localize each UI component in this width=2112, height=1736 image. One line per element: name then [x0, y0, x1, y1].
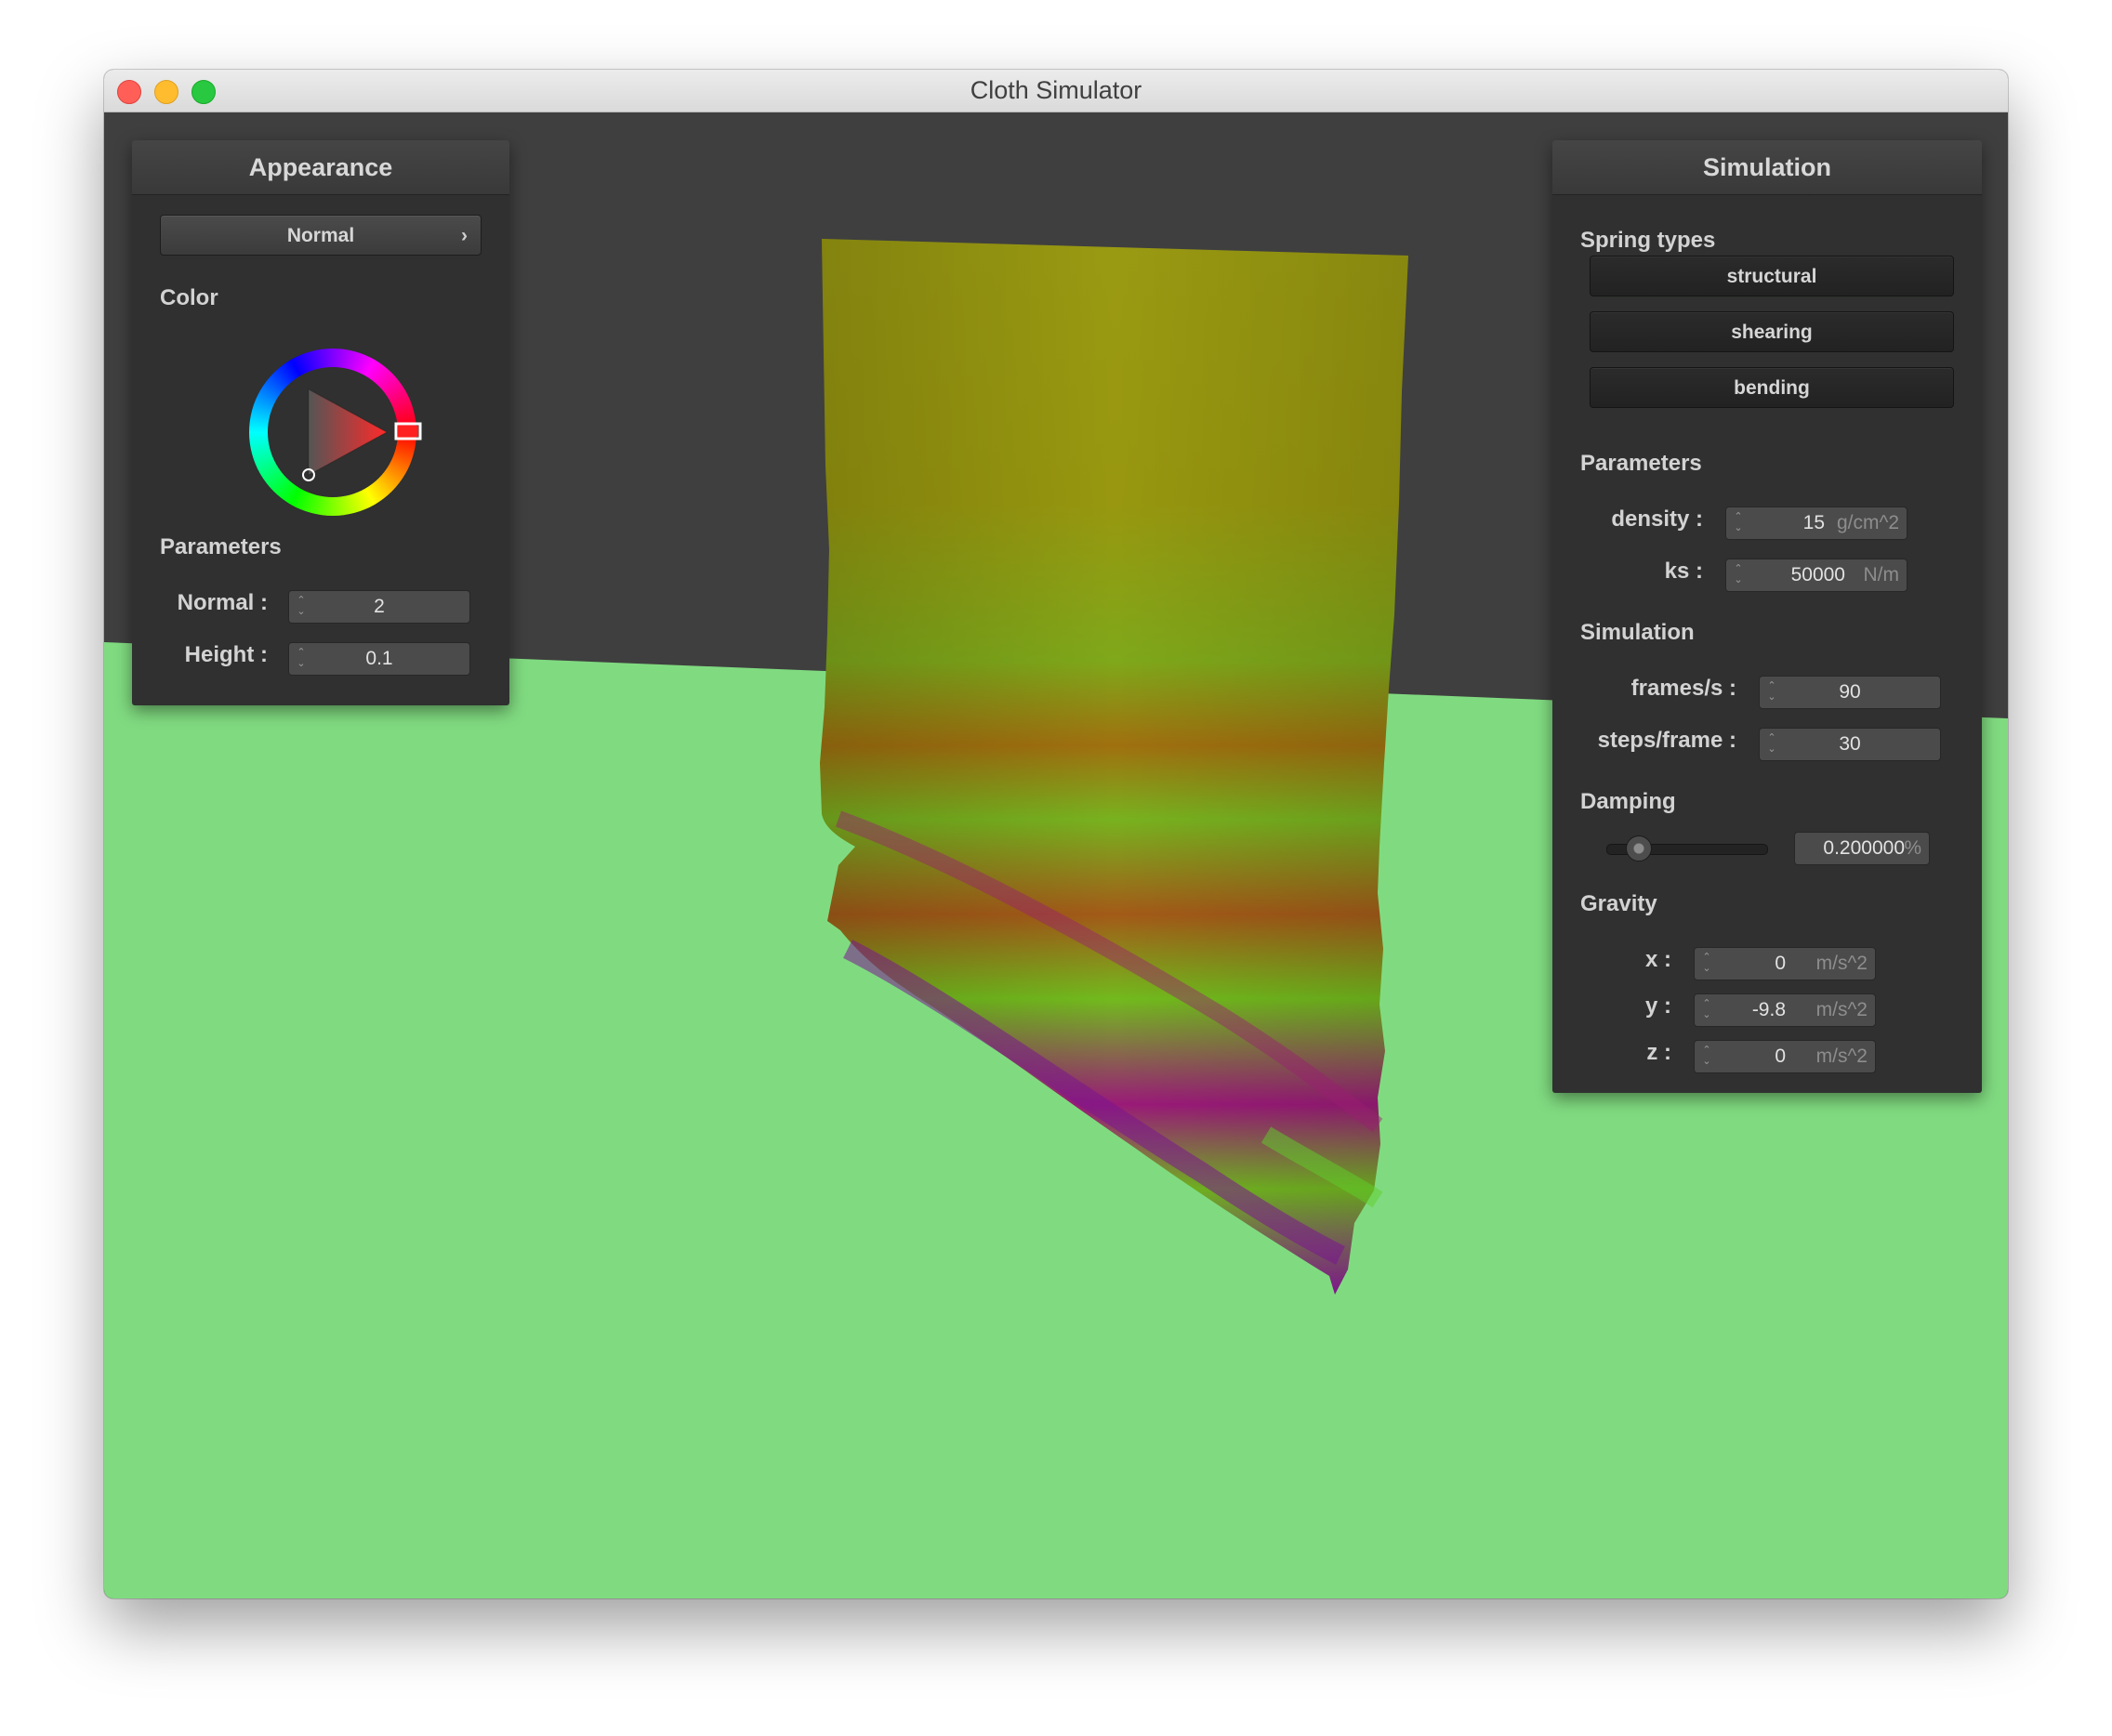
ks-input[interactable]: ⌃ ⌄ 50000 N/m — [1725, 559, 1907, 592]
simulation-parameters-label: Parameters — [1580, 451, 1702, 476]
bending-spring-button[interactable]: bending — [1590, 367, 1954, 408]
color-triangle[interactable] — [309, 389, 387, 475]
structural-spring-button[interactable]: structural — [1590, 256, 1954, 296]
gravity-y-label: y : — [1644, 993, 1671, 1019]
density-input[interactable]: ⌃ ⌄ 15 g/cm^2 — [1725, 506, 1907, 540]
stepper-arrows-icon[interactable]: ⌃ ⌄ — [1700, 998, 1713, 1022]
frames-per-second-input[interactable]: ⌃ ⌄ 90 — [1759, 676, 1941, 709]
simulation-panel: Simulation Spring types structural shear… — [1552, 140, 1982, 1093]
simulation-rate-label: Simulation — [1580, 620, 1695, 645]
damping-slider-handle[interactable] — [1626, 835, 1653, 861]
simulation-panel-header: Simulation — [1552, 140, 1982, 195]
gravity-x-input[interactable]: ⌃ ⌄ 0 m/s^2 — [1694, 947, 1876, 980]
chevron-right-icon: › — [461, 225, 468, 246]
frames-per-second-label: frames/s : — [1630, 676, 1736, 701]
damping-label: Damping — [1580, 789, 1676, 814]
spring-types-label: Spring types — [1580, 228, 1716, 253]
height-input[interactable]: ⌃ ⌄ 0.1 — [288, 642, 470, 676]
app-window: Cloth Simulator Appearance Normal › Colo… — [104, 70, 2008, 1598]
height-label: Height : — [184, 642, 268, 667]
gravity-y-input[interactable]: ⌃ ⌄ -9.8 m/s^2 — [1694, 993, 1876, 1027]
color-wheel[interactable] — [240, 339, 426, 525]
gravity-label: Gravity — [1580, 891, 1657, 916]
density-label: density : — [1611, 506, 1703, 532]
shader-select-label: Normal — [286, 225, 355, 246]
damping-input[interactable]: 0.200000 % — [1794, 832, 1930, 865]
gravity-z-input[interactable]: ⌃ ⌄ 0 m/s^2 — [1694, 1040, 1876, 1073]
gravity-x-label: x : — [1644, 947, 1671, 972]
window-title: Cloth Simulator — [970, 76, 1142, 104]
shearing-spring-button[interactable]: shearing — [1590, 311, 1954, 352]
appearance-panel-header: Appearance — [132, 140, 509, 195]
appearance-panel: Appearance Normal › Color Parameters Nor… — [132, 140, 509, 705]
stepper-arrows-icon[interactable]: ⌃ ⌄ — [1732, 511, 1745, 535]
gravity-z-label: z : — [1646, 1040, 1671, 1065]
render-viewport[interactable]: Appearance Normal › Color Parameters Nor… — [104, 112, 2008, 1598]
stepper-arrows-icon[interactable]: ⌃ ⌄ — [1700, 1045, 1713, 1069]
stepper-arrows-icon[interactable]: ⌃ ⌄ — [1700, 952, 1713, 976]
ks-label: ks : — [1664, 559, 1703, 584]
title-bar[interactable]: Cloth Simulator — [104, 70, 2008, 112]
appearance-parameters-label: Parameters — [160, 534, 282, 559]
steps-per-frame-label: steps/frame : — [1597, 728, 1736, 753]
shader-select-button[interactable]: Normal › — [160, 215, 482, 256]
normal-input[interactable]: ⌃ ⌄ 2 — [288, 590, 470, 624]
normal-label: Normal : — [177, 590, 268, 615]
stepper-arrows-icon[interactable]: ⌃ ⌄ — [1732, 563, 1745, 587]
steps-per-frame-input[interactable]: ⌃ ⌄ 30 — [1759, 728, 1941, 761]
color-section-label: Color — [160, 285, 218, 310]
